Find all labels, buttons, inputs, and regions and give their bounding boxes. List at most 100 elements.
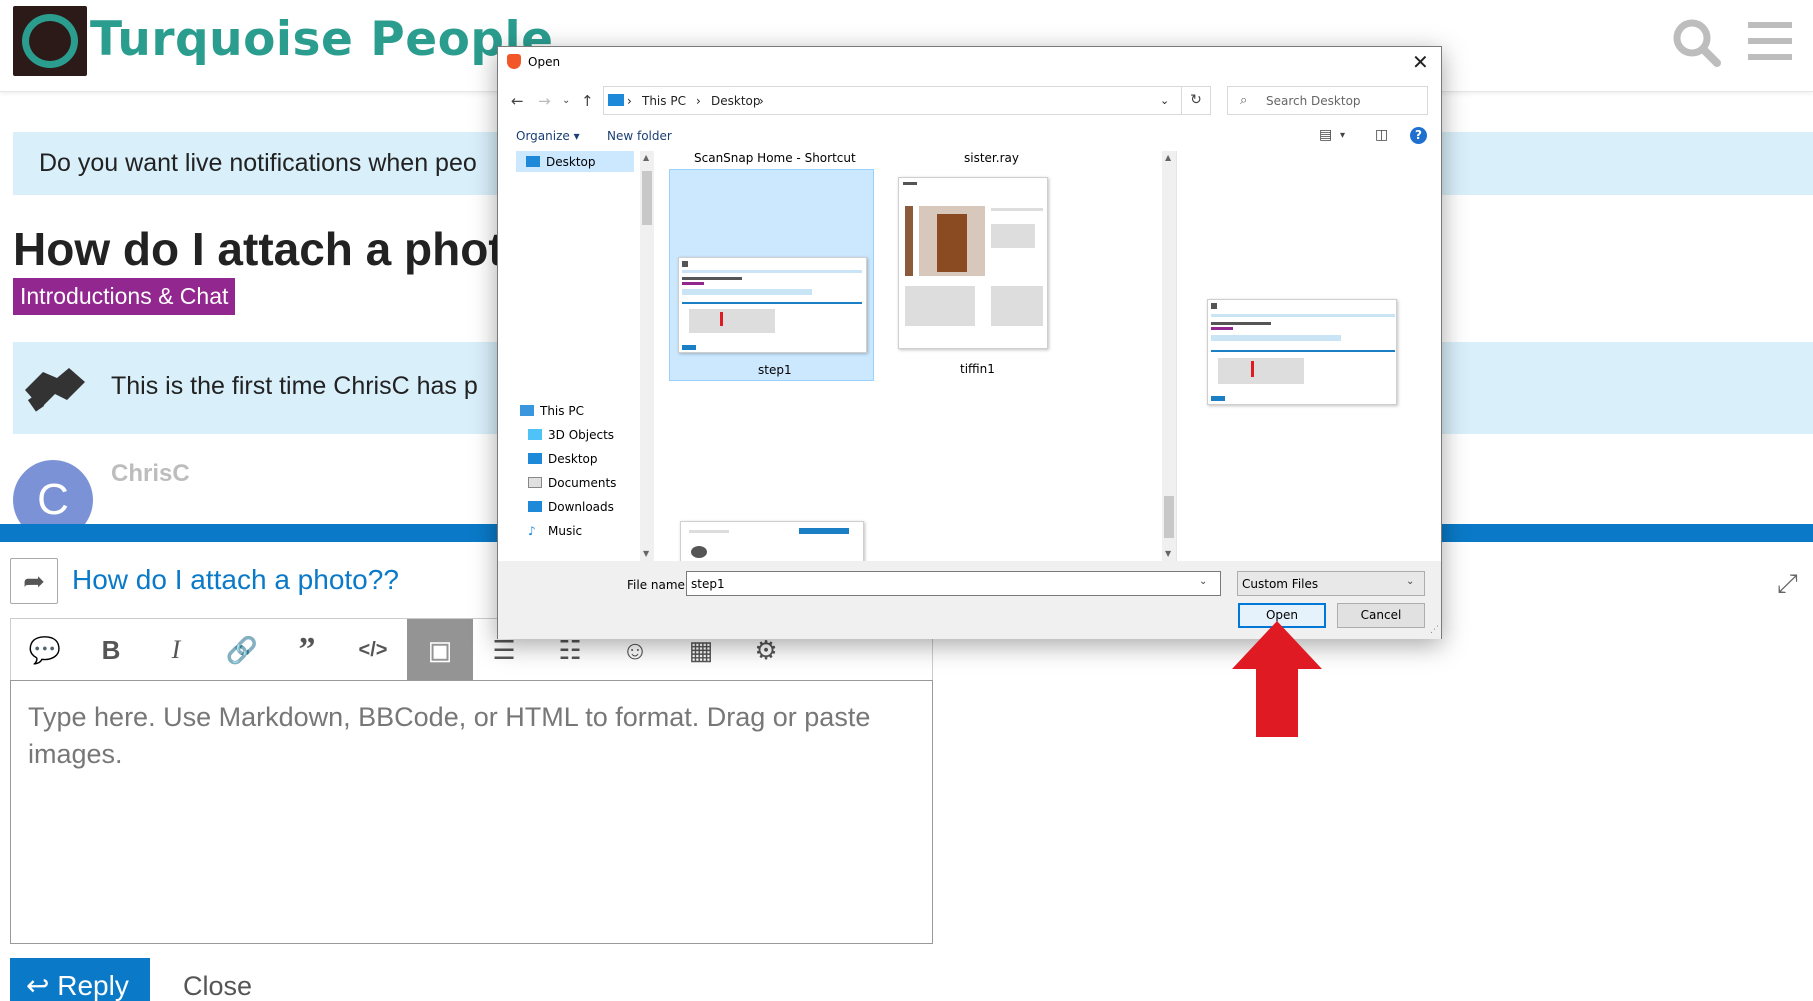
3d-objects-icon bbox=[528, 429, 542, 440]
file-name-dropdown-icon[interactable]: ⌄ bbox=[1199, 576, 1207, 587]
first-post-text: This is the first time ChrisC has p bbox=[111, 372, 478, 400]
nav-item-music[interactable]: ♪ Music bbox=[528, 524, 582, 538]
file-label-scansnap[interactable]: ScanSnap Home - Shortcut bbox=[694, 151, 856, 165]
dialog-titlebar[interactable]: Open ✕ bbox=[498, 47, 1441, 77]
cancel-button[interactable]: Cancel bbox=[1337, 603, 1425, 628]
file-open-dialog: Open ✕ ← → ⌄ ↑ › This PC › Desktop › ⌄ ↻… bbox=[497, 46, 1442, 639]
reply-topic-title[interactable]: How do I attach a photo?? bbox=[72, 564, 399, 596]
hamburger-menu-icon[interactable] bbox=[1748, 22, 1792, 60]
reply-action-icon[interactable]: ➦ bbox=[10, 558, 58, 604]
breadcrumb-chevron-icon[interactable]: › bbox=[696, 94, 701, 108]
scroll-down-icon[interactable]: ▼ bbox=[643, 549, 649, 558]
this-pc-icon bbox=[520, 405, 534, 416]
reply-arrow-icon: ↩ bbox=[26, 970, 58, 1001]
help-icon[interactable]: ? bbox=[1410, 127, 1427, 144]
file-thumbnail bbox=[678, 257, 867, 353]
breadcrumb-desktop[interactable]: Desktop bbox=[711, 94, 761, 108]
downloads-icon bbox=[528, 501, 542, 512]
preview-thumbnail bbox=[1207, 299, 1397, 405]
address-dropdown-icon[interactable]: ⌄ bbox=[1160, 94, 1169, 107]
files-scroll-thumb[interactable] bbox=[1164, 496, 1174, 538]
nav-item-label: Documents bbox=[548, 476, 617, 490]
username[interactable]: ChrisC bbox=[111, 460, 190, 488]
file-name-label: File name: bbox=[627, 578, 689, 592]
handshake-icon bbox=[25, 368, 85, 412]
resize-grip-icon[interactable]: ⋰ bbox=[1430, 625, 1439, 635]
file-item-tiffin1[interactable]: tiffin1 bbox=[892, 169, 1084, 381]
files-scrollbar[interactable]: ▲ ▼ bbox=[1162, 151, 1176, 561]
file-type-value: Custom Files bbox=[1242, 577, 1319, 591]
nav-item-quick-desktop[interactable]: Desktop 📌 bbox=[516, 151, 654, 172]
search-placeholder: Search Desktop bbox=[1266, 94, 1361, 108]
nav-item-label: Downloads bbox=[548, 500, 614, 514]
scroll-down-icon[interactable]: ▼ bbox=[1165, 549, 1171, 558]
address-bar[interactable]: › This PC › Desktop › ⌄ bbox=[603, 86, 1182, 115]
bold-icon[interactable]: B bbox=[80, 619, 142, 681]
new-folder-button[interactable]: New folder bbox=[607, 129, 672, 143]
preview-pane-icon[interactable]: ◫ bbox=[1375, 127, 1388, 143]
logo-ring-icon bbox=[22, 14, 78, 68]
scroll-up-icon[interactable]: ▲ bbox=[1165, 153, 1171, 162]
nav-item-label: This PC bbox=[540, 404, 584, 418]
organize-button[interactable]: Organize ▾ bbox=[516, 129, 580, 143]
navigation-pane: Desktop 📌 This PC 3D Objects Desktop Doc… bbox=[498, 151, 654, 561]
nav-item-3d-objects[interactable]: 3D Objects bbox=[528, 428, 614, 442]
link-icon[interactable]: 🔗 bbox=[211, 619, 273, 681]
breadcrumb-chevron-icon[interactable]: › bbox=[759, 94, 764, 108]
reply-button[interactable]: ↩ Reply bbox=[10, 958, 150, 1001]
up-arrow-icon[interactable]: ↑ bbox=[581, 92, 594, 110]
code-icon[interactable]: </> bbox=[342, 619, 404, 681]
file-thumbnail-partial[interactable] bbox=[680, 521, 864, 561]
refresh-icon[interactable]: ↻ bbox=[1182, 86, 1211, 115]
search-icon[interactable] bbox=[1672, 18, 1722, 68]
forward-arrow-icon[interactable]: → bbox=[538, 92, 551, 110]
files-pane: ScanSnap Home - Shortcut sister.ray step… bbox=[654, 151, 1084, 561]
breadcrumb-chevron-icon[interactable]: › bbox=[627, 94, 632, 108]
italic-icon[interactable]: I bbox=[145, 619, 207, 681]
topic-title[interactable]: How do I attach a phot bbox=[13, 222, 504, 276]
preview-pane bbox=[1176, 151, 1441, 561]
nav-item-this-pc[interactable]: This PC bbox=[520, 404, 584, 418]
file-label-sister-ray[interactable]: sister.ray bbox=[964, 151, 1019, 165]
nav-item-label: 3D Objects bbox=[548, 428, 615, 442]
view-options-icon[interactable]: ▤ bbox=[1319, 127, 1332, 143]
file-type-select[interactable]: Custom Files ⌄ bbox=[1237, 571, 1425, 596]
desktop-icon bbox=[528, 453, 542, 464]
file-name-input[interactable]: step1 ⌄ bbox=[686, 571, 1221, 596]
nav-scrollbar[interactable]: ▲ ▼ bbox=[640, 151, 654, 561]
category-badge[interactable]: Introductions & Chat bbox=[13, 278, 236, 315]
image-icon[interactable]: ▣ bbox=[407, 619, 473, 681]
reply-button-label: Reply bbox=[57, 970, 129, 1001]
this-pc-icon bbox=[608, 94, 624, 106]
nav-item-downloads[interactable]: Downloads bbox=[528, 500, 614, 514]
file-type-dropdown-icon: ⌄ bbox=[1406, 576, 1415, 587]
close-icon[interactable]: ✕ bbox=[1412, 50, 1429, 74]
nav-item-documents[interactable]: Documents bbox=[528, 476, 616, 490]
recent-chevron-icon[interactable]: ⌄ bbox=[562, 95, 570, 106]
editor-placeholder: Type here. Use Markdown, BBCode, or HTML… bbox=[28, 702, 871, 769]
dialog-title: Open bbox=[528, 55, 561, 69]
site-title[interactable]: Turquoise People bbox=[90, 12, 554, 67]
nav-item-desktop[interactable]: Desktop bbox=[528, 452, 598, 466]
nav-item-label: Music bbox=[548, 524, 583, 538]
breadcrumb-this-pc[interactable]: This PC bbox=[642, 94, 686, 108]
close-button[interactable]: Close bbox=[183, 971, 252, 1001]
expand-icon[interactable]: ⤢ bbox=[1777, 568, 1798, 600]
desktop-icon bbox=[526, 156, 540, 167]
nav-quick-label: Desktop bbox=[546, 155, 596, 169]
composer-editor[interactable]: Type here. Use Markdown, BBCode, or HTML… bbox=[10, 680, 933, 944]
brave-browser-icon bbox=[507, 54, 521, 69]
scroll-up-icon[interactable]: ▲ bbox=[643, 153, 649, 162]
blockquote-icon[interactable]: ” bbox=[276, 619, 338, 681]
quote-icon[interactable]: 💬 bbox=[14, 619, 76, 681]
file-name: tiffin1 bbox=[960, 362, 995, 376]
file-name-value: step1 bbox=[691, 577, 725, 591]
site-logo[interactable] bbox=[13, 6, 87, 76]
nav-scroll-thumb[interactable] bbox=[642, 171, 652, 225]
file-item-step1[interactable]: step1 bbox=[669, 169, 874, 381]
search-input[interactable]: ⌕ Search Desktop bbox=[1227, 86, 1428, 115]
back-arrow-icon[interactable]: ← bbox=[511, 92, 524, 110]
nav-item-label: Desktop bbox=[548, 452, 598, 466]
red-arrow-icon bbox=[1232, 621, 1322, 737]
view-dropdown-icon[interactable]: ▾ bbox=[1340, 130, 1345, 141]
